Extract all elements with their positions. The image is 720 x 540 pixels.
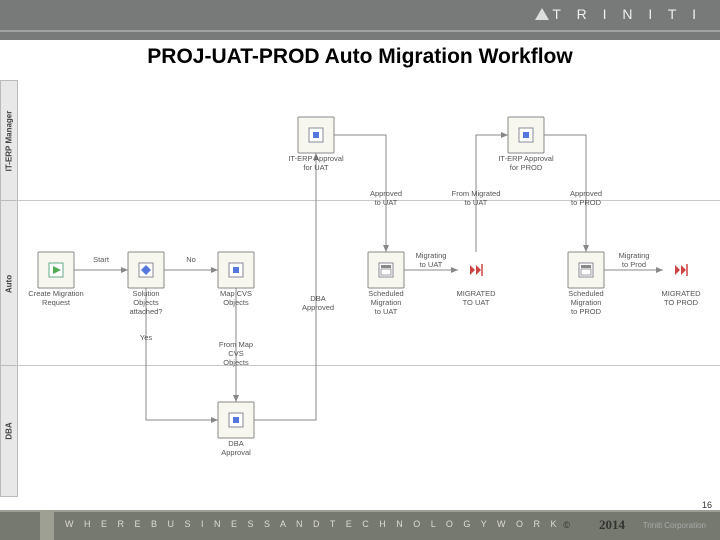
node-create: Create MigrationRequest <box>28 252 83 307</box>
node-label: to UAT <box>375 307 398 316</box>
square-icon <box>309 128 323 142</box>
node-label: Migration <box>371 298 402 307</box>
footer-year: 2014 <box>599 517 625 533</box>
edge-label: Objects <box>223 358 249 367</box>
node-label: DBA <box>228 439 243 448</box>
footer-stripe <box>0 510 720 512</box>
square-icon <box>519 128 533 142</box>
workflow-svg: StartNoYesFrom MapCVSObjectsDBAApprovedA… <box>16 80 720 505</box>
edge-label: CVS <box>228 349 243 358</box>
node-label: Objects <box>223 298 249 307</box>
node-migprod: MIGRATEDTO PROD <box>661 264 701 307</box>
node-ituat: IT-ERP Approvalfor UAT <box>288 117 344 172</box>
node-label: Request <box>42 298 71 307</box>
diagram-stage: IT-ERP Manager Auto DBA Start No Yes From Map… <box>0 80 720 505</box>
node-label: Map CVS <box>220 289 252 298</box>
decision-icon <box>139 263 153 277</box>
end-icon <box>675 264 687 276</box>
edge-label: From Migrated <box>452 189 501 198</box>
square-icon <box>229 263 243 277</box>
swimlane-label: IT-ERP Manager <box>5 111 14 172</box>
node-label: Objects <box>133 298 159 307</box>
node-label: Scheduled <box>368 289 403 298</box>
header-stripe <box>0 30 720 32</box>
node-label: attached? <box>130 307 163 316</box>
edge-label: Approved <box>370 189 402 198</box>
edge-label: to UAT <box>465 198 488 207</box>
start-icon <box>49 263 63 277</box>
swimlane-label: Auto <box>5 274 14 292</box>
page-title: PROJ-UAT-PROD Auto Migration Workflow <box>0 45 720 69</box>
edge-label: to PROD <box>571 198 602 207</box>
edge-dbaapp-ituat <box>254 153 316 420</box>
edge-label: Migrating <box>416 251 447 260</box>
triangle-icon <box>535 8 549 20</box>
edge-label: No <box>186 255 196 264</box>
node-label: IT-ERP Approval <box>288 154 344 163</box>
node-schedprod: ScheduledMigrationto PROD <box>568 252 604 316</box>
node-itprod: IT-ERP Approvalfor PROD <box>498 117 554 172</box>
header-bar: T R I N I T I <box>0 0 720 40</box>
sched-icon <box>579 263 593 277</box>
node-label: Approval <box>221 448 251 457</box>
footer-slogan: W H E R E B U S I N E S S A N D T E C H … <box>65 519 561 529</box>
footer-accent-bar <box>40 510 54 540</box>
copyright-symbol: © <box>563 520 570 530</box>
node-label: IT-ERP Approval <box>498 154 554 163</box>
node-miguat: MIGRATEDTO UAT <box>456 264 496 307</box>
node-label: MIGRATED <box>456 289 496 298</box>
edge-label: Start <box>93 255 110 264</box>
brand-logo: T R I N I T I <box>535 6 702 22</box>
brand-text: T R I N I T I <box>552 6 702 22</box>
edge-label: to UAT <box>375 198 398 207</box>
end-icon <box>470 264 482 276</box>
node-label: Create Migration <box>28 289 83 298</box>
edge-label: From Map <box>219 340 253 349</box>
node-label: Migration <box>571 298 602 307</box>
node-label: Solution <box>132 289 159 298</box>
node-mapcvs: Map CVSObjects <box>218 252 254 307</box>
footer-bar: W H E R E B U S I N E S S A N D T E C H … <box>0 510 720 540</box>
node-label: for UAT <box>303 163 329 172</box>
edge-label: Migrating <box>619 251 650 260</box>
footer-company: Triniti Corporation <box>643 521 706 530</box>
edge-label: Approved <box>570 189 602 198</box>
node-label: MIGRATED <box>661 289 701 298</box>
node-label: TO UAT <box>463 298 490 307</box>
node-label: Scheduled <box>568 289 603 298</box>
node-label: TO PROD <box>664 298 699 307</box>
square-icon <box>229 413 243 427</box>
node-label: for PROD <box>510 163 543 172</box>
edge-label: to UAT <box>420 260 443 269</box>
edge-label: Approved <box>302 303 334 312</box>
edge-label: DBA <box>310 294 325 303</box>
page-number: 16 <box>700 500 714 510</box>
node-scheduat: ScheduledMigrationto UAT <box>368 252 404 316</box>
node-dbaapp: DBAApproval <box>218 402 254 457</box>
node-solobj: SolutionObjectsattached? <box>128 252 164 316</box>
node-label: to PROD <box>571 307 602 316</box>
swimlane-label: DBA <box>5 422 14 439</box>
sched-icon <box>379 263 393 277</box>
edge-label: to Prod <box>622 260 646 269</box>
edge-label: Yes <box>140 333 152 342</box>
